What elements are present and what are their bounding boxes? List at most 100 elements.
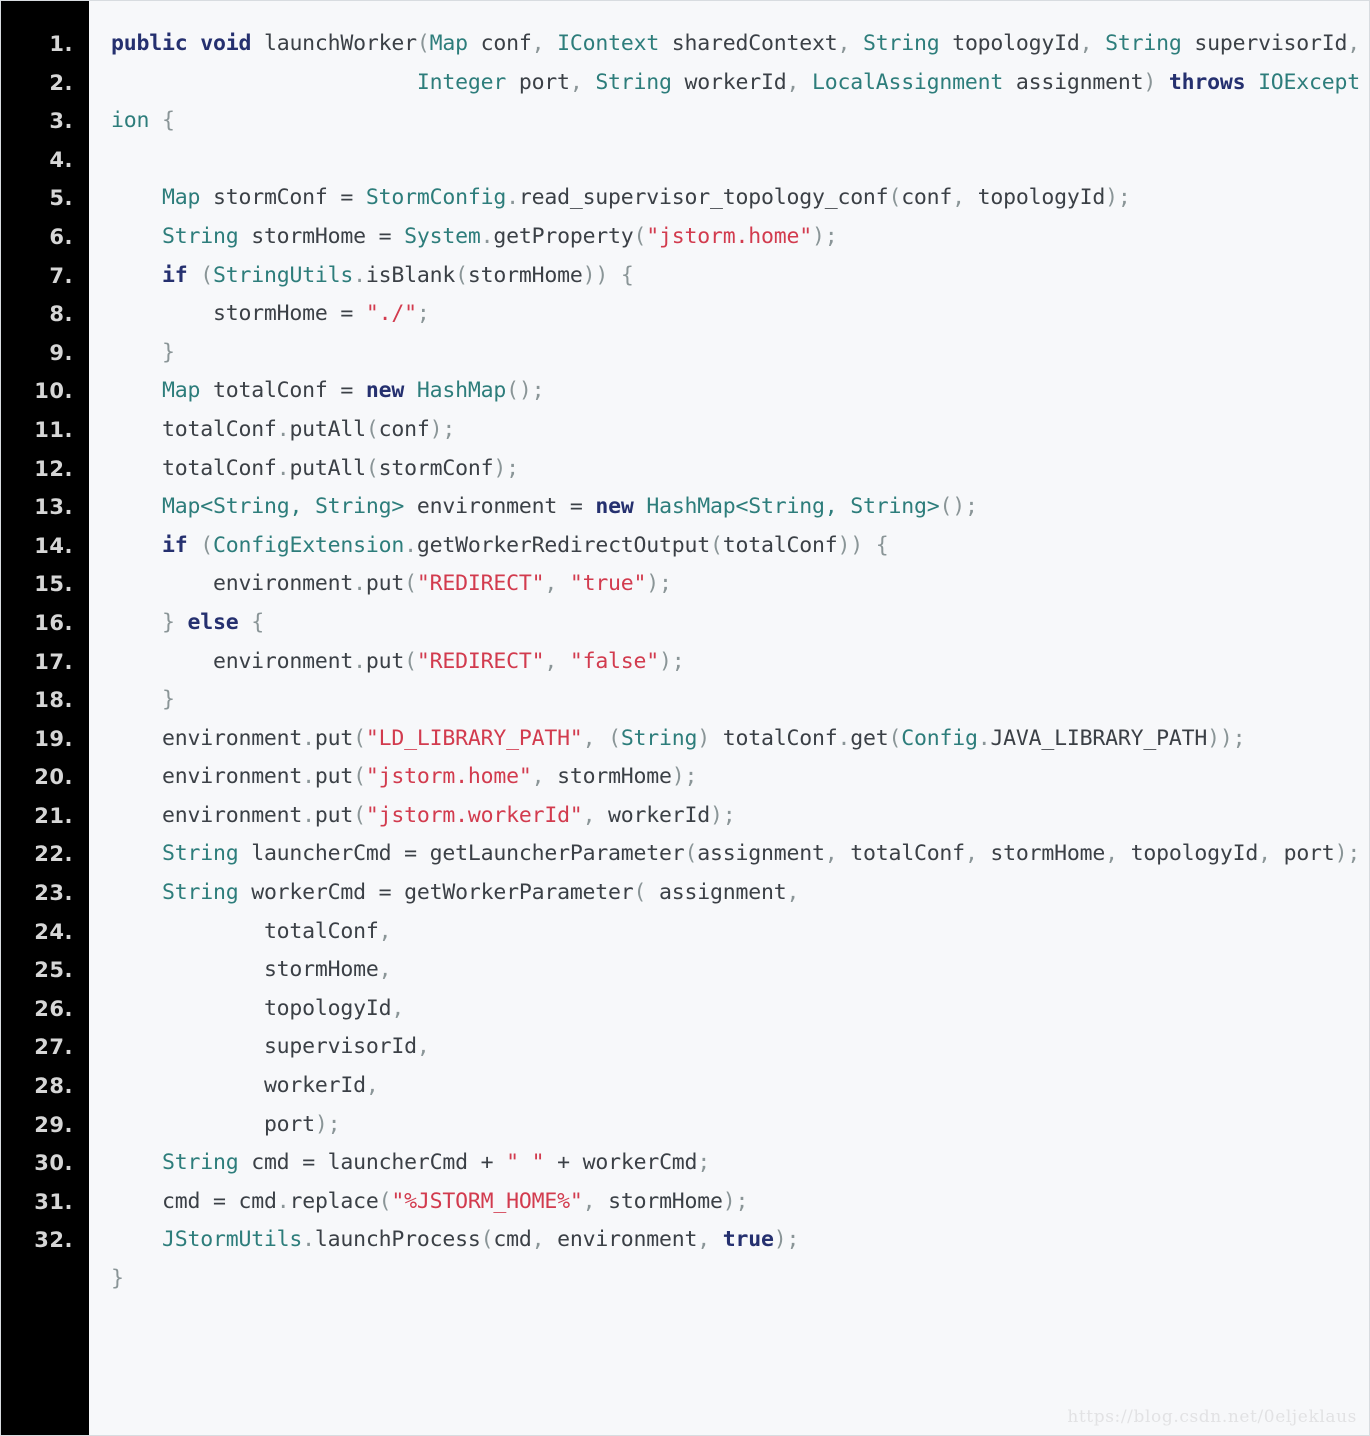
code-token: , — [1105, 841, 1118, 867]
code-token: conf — [378, 416, 430, 442]
code-line[interactable]: Integer port, String workerId, LocalAssi… — [111, 64, 1363, 141]
code-token: totalConf — [722, 532, 838, 558]
code-line[interactable]: stormHome = "./"; — [111, 295, 1363, 334]
code-token: String — [748, 494, 825, 520]
code-line[interactable]: } — [111, 681, 1363, 720]
code-line[interactable]: environment.put("REDIRECT", "false"); — [111, 643, 1363, 682]
code-line[interactable]: } — [111, 1260, 1363, 1299]
code-line[interactable]: workerId, — [111, 1067, 1363, 1106]
code-line[interactable]: String launcherCmd = getLauncherParamete… — [111, 835, 1363, 874]
code-token: launchProcess — [314, 1227, 481, 1253]
line-number: 15. — [34, 572, 73, 597]
code-line[interactable]: JStormUtils.launchProcess(cmd, environme… — [111, 1221, 1363, 1260]
code-token: . — [506, 185, 519, 211]
code-token: HashMap — [416, 378, 507, 404]
code-token: totalConf — [200, 378, 341, 404]
code-line[interactable]: String cmd = launcherCmd + " " + workerC… — [111, 1144, 1363, 1183]
code-token: String — [620, 725, 698, 751]
line-number: 22. — [34, 842, 73, 867]
code-line[interactable]: } else { — [111, 604, 1363, 643]
code-line[interactable]: totalConf.putAll(conf); — [111, 411, 1363, 450]
line-number: 25. — [34, 958, 73, 983]
code-token: < — [735, 494, 749, 520]
code-token: String — [161, 880, 239, 906]
code-token: isBlank — [365, 262, 456, 288]
code-line[interactable]: environment.put("jstorm.home", stormHome… — [111, 758, 1363, 797]
code-token: getWorkerParameter — [404, 880, 634, 906]
code-line[interactable]: } — [111, 334, 1363, 373]
code-token: launchWorker — [263, 31, 417, 56]
code-token: . — [302, 725, 315, 751]
code-token: stormHome — [977, 841, 1106, 867]
line-number: 5. — [49, 186, 73, 211]
code-token: String — [314, 494, 392, 520]
code-token: ) — [493, 455, 507, 481]
code-token: ) — [722, 1188, 736, 1214]
code-token: + — [557, 1150, 570, 1176]
code-token: throws — [1168, 69, 1246, 95]
code-line[interactable]: supervisorId, — [111, 1028, 1363, 1067]
code-line[interactable] — [111, 141, 1363, 180]
line-number: 6. — [49, 224, 73, 249]
code-token: getWorkerRedirectOutput — [416, 532, 711, 558]
code-token: ; — [442, 416, 456, 442]
code-token: HashMap — [646, 494, 736, 520]
code-line[interactable]: topologyId, — [111, 990, 1363, 1029]
line-number: 30. — [34, 1151, 73, 1176]
code-token: ( — [416, 31, 430, 56]
code-token: + — [480, 1150, 494, 1176]
code-token: public — [111, 31, 188, 56]
code-content-area[interactable]: public void launchWorker(Map conf, ICont… — [89, 1, 1369, 1299]
code-token: ; — [531, 378, 545, 404]
code-token: String — [595, 69, 672, 95]
code-line[interactable]: stormHome, — [111, 951, 1363, 990]
code-token: ( — [353, 725, 366, 751]
code-token: ) — [697, 725, 711, 751]
code-token: , — [837, 31, 851, 56]
code-token: . — [302, 802, 315, 828]
code-token: port — [506, 69, 570, 95]
code-token: ( — [608, 725, 621, 751]
code-line[interactable]: public void launchWorker(Map conf, ICont… — [111, 25, 1363, 64]
code-token: stormConf — [378, 455, 494, 481]
code-token: "LD_LIBRARY_PATH" — [365, 725, 583, 751]
code-line[interactable]: if (ConfigExtension.getWorkerRedirectOut… — [111, 527, 1363, 566]
code-token: ( — [404, 571, 417, 597]
code-line[interactable]: environment.put("LD_LIBRARY_PATH", (Stri… — [111, 720, 1363, 759]
code-token: Integer — [416, 69, 507, 95]
code-line[interactable]: cmd = cmd.replace("%JSTORM_HOME%", storm… — [111, 1183, 1363, 1222]
code-line[interactable]: String workerCmd = getWorkerParameter( a… — [111, 874, 1363, 913]
code-token: . — [276, 1188, 290, 1214]
code-token: } — [161, 687, 175, 713]
code-token: new — [365, 378, 405, 404]
line-number: 21. — [34, 803, 73, 828]
code-token: , — [531, 764, 545, 790]
code-line[interactable]: environment.put("REDIRECT", "true"); — [111, 565, 1363, 604]
code-line[interactable]: totalConf.putAll(stormConf); — [111, 450, 1363, 489]
code-line[interactable]: Map stormConf = StormConfig.read_supervi… — [111, 179, 1363, 218]
code-line[interactable]: String stormHome = System.getProperty("j… — [111, 218, 1363, 257]
code-line[interactable]: if (StringUtils.isBlank(stormHome)) { — [111, 257, 1363, 296]
code-line[interactable]: Map<String, String> environment = new Ha… — [111, 488, 1363, 527]
code-token: . — [404, 532, 417, 558]
code-token: , — [964, 841, 978, 867]
code-token: if — [161, 532, 188, 558]
code-token: ; — [1232, 725, 1246, 751]
code-line[interactable]: environment.put("jstorm.workerId", worke… — [111, 797, 1363, 836]
code-token: Config — [901, 725, 978, 751]
code-token: , — [952, 185, 965, 211]
code-line[interactable]: port); — [111, 1106, 1363, 1145]
code-line[interactable]: totalConf, — [111, 913, 1363, 952]
code-token: Map — [161, 185, 201, 211]
line-number: 4. — [49, 147, 73, 172]
code-line[interactable]: Map totalConf = new HashMap(); — [111, 372, 1363, 411]
